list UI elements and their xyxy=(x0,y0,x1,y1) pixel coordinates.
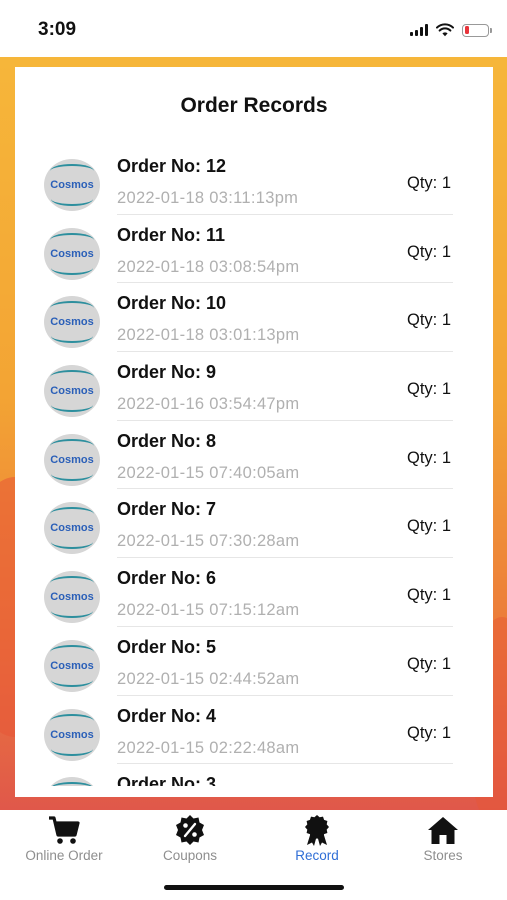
order-quantity: Qty: 1 xyxy=(406,380,451,399)
cosmos-logo-icon: Cosmos xyxy=(44,227,100,280)
order-number: Order No: 7 xyxy=(117,499,217,520)
tab-label: Online Order xyxy=(25,848,103,863)
order-number: Order No: 9 xyxy=(117,362,217,383)
tab-stores[interactable]: Stores xyxy=(380,814,506,863)
cosmos-logo-icon: Cosmos xyxy=(44,777,100,786)
logo-text: Cosmos xyxy=(50,591,94,604)
tab-label: Coupons xyxy=(162,848,218,863)
cosmos-logo-icon: Cosmos xyxy=(44,708,100,761)
page-title: Order Records xyxy=(180,94,328,117)
order-quantity: Qty: 1 xyxy=(406,723,451,742)
order-datetime: 2022-01-15 07:40:05am xyxy=(117,463,300,482)
order-quantity: Qty: 1 xyxy=(406,586,451,605)
home-indicator[interactable] xyxy=(164,885,344,890)
logo-text: Cosmos xyxy=(50,522,94,535)
order-list[interactable]: Cosmos Order No: 12 2022-01-18 03:11:13pm Q… xyxy=(15,146,493,786)
logo-text: Cosmos xyxy=(50,316,94,329)
order-row[interactable]: Cosmos Order No: 6 2022-01-15 07:15:12am Qt… xyxy=(15,558,493,627)
order-row[interactable]: Cosmos Order No: 9 2022-01-16 03:54:47pm Qt… xyxy=(15,352,493,421)
order-datetime: 2022-01-15 02:22:48am xyxy=(117,738,300,757)
order-number: Order No: 12 xyxy=(117,156,227,176)
cosmos-logo-icon: Cosmos xyxy=(44,296,100,349)
order-datetime: 2022-01-15 07:15:12am xyxy=(117,601,300,620)
order-row[interactable]: Cosmos Order No: 3 xyxy=(15,764,493,786)
logo-text: Cosmos xyxy=(50,453,94,466)
order-number: Order No: 6 xyxy=(117,568,217,589)
order-row[interactable]: Cosmos Order No: 5 2022-01-15 02:44:52am Qt… xyxy=(15,627,493,696)
order-datetime: 2022-01-18 03:08:54pm xyxy=(117,257,300,276)
status-time: 3:09 xyxy=(38,19,77,40)
order-number: Order No: 11 xyxy=(117,224,226,245)
logo-text: Cosmos xyxy=(50,247,94,260)
tab-label: Stores xyxy=(423,848,463,863)
order-number: Order No: 5 xyxy=(117,636,217,657)
order-quantity: Qty: 1 xyxy=(406,242,451,261)
tab-label: Record xyxy=(295,848,339,863)
order-number: Order No: 8 xyxy=(117,430,217,451)
status-icons xyxy=(410,22,492,38)
cosmos-logo-icon: Cosmos xyxy=(44,639,100,692)
logo-text: Cosmos xyxy=(50,659,94,672)
order-row[interactable]: Cosmos Order No: 10 2022-01-18 03:01:13pm Q… xyxy=(15,283,493,353)
cosmos-logo-icon: Cosmos xyxy=(44,502,100,555)
order-row[interactable]: Cosmos Order No: 11 2022-01-18 03:08:54pm Q… xyxy=(15,215,493,284)
order-quantity: Qty: 1 xyxy=(406,311,451,330)
cosmos-logo-icon: Cosmos xyxy=(44,571,100,624)
cosmos-logo-icon: Cosmos xyxy=(44,433,100,486)
cellular-signal-icon xyxy=(410,24,428,36)
order-row[interactable]: Cosmos Order No: 8 2022-01-15 07:40:05am Qt… xyxy=(15,421,493,490)
order-datetime: 2022-01-15 07:30:28am xyxy=(117,532,300,551)
cosmos-logo-icon: Cosmos xyxy=(44,365,100,418)
cart-icon xyxy=(49,816,80,844)
order-quantity: Qty: 1 xyxy=(406,517,451,536)
order-row[interactable]: Cosmos Order No: 12 2022-01-18 03:11:13pm Q… xyxy=(15,146,493,215)
logo-text: Cosmos xyxy=(50,385,94,398)
logo-text: Cosmos xyxy=(50,728,94,741)
order-number: Order No: 10 xyxy=(117,293,227,314)
battery-icon xyxy=(462,23,492,37)
award-ribbon-icon xyxy=(305,815,329,846)
coupon-badge-icon xyxy=(176,815,204,845)
logo-text: Cosmos xyxy=(50,179,94,191)
tab-online-order[interactable]: Online Order xyxy=(1,814,127,863)
order-row[interactable]: Cosmos Order No: 4 2022-01-15 02:22:48am Qt… xyxy=(15,696,493,765)
order-datetime: 2022-01-18 03:01:13pm xyxy=(117,326,300,345)
order-row[interactable]: Cosmos Order No: 7 2022-01-15 07:30:28am Qt… xyxy=(15,489,493,559)
order-quantity: Qty: 1 xyxy=(406,174,451,192)
order-datetime: 2022-01-16 03:54:47pm xyxy=(117,395,300,414)
order-datetime: 2022-01-18 03:11:13pm xyxy=(117,189,299,207)
cosmos-logo-icon: Cosmos xyxy=(44,159,100,211)
order-number: Order No: 3 xyxy=(117,774,217,786)
order-number: Order No: 4 xyxy=(117,705,217,726)
order-quantity: Qty: 1 xyxy=(406,448,451,467)
home-icon xyxy=(428,817,458,844)
order-datetime: 2022-01-15 02:44:52am xyxy=(117,669,300,688)
order-quantity: Qty: 1 xyxy=(406,654,451,673)
order-records-card: Order Records Cosmos Order No: 12 2022-01-… xyxy=(15,67,493,797)
status-bar: 3:09 xyxy=(0,0,507,57)
tab-coupons[interactable]: Coupons xyxy=(127,814,253,863)
tab-record[interactable]: Record xyxy=(254,814,380,863)
wifi-icon xyxy=(436,23,454,37)
